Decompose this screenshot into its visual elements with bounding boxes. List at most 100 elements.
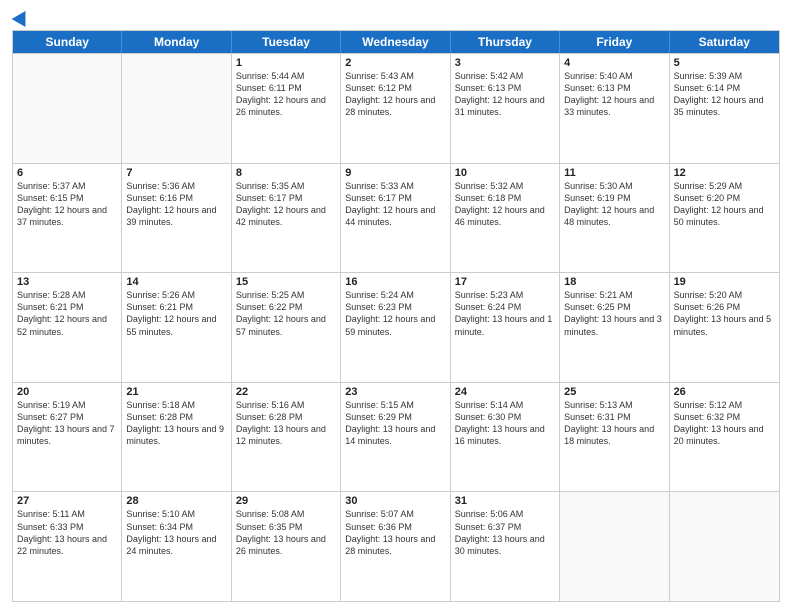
weekday-header-tuesday: Tuesday: [232, 31, 341, 53]
cell-info: Sunrise: 5:11 AM Sunset: 6:33 PM Dayligh…: [17, 509, 107, 555]
calendar-cell-12: 12 Sunrise: 5:29 AM Sunset: 6:20 PM Dayli…: [670, 164, 779, 273]
calendar-cell-2: 2 Sunrise: 5:43 AM Sunset: 6:12 PM Daylig…: [341, 54, 450, 163]
calendar-cell-8: 8 Sunrise: 5:35 AM Sunset: 6:17 PM Daylig…: [232, 164, 341, 273]
day-number: 26: [674, 386, 775, 398]
calendar-cell-22: 22Sunrise: 5:16 AM Sunset: 6:28 PM Dayli…: [232, 383, 341, 492]
day-number: 2: [345, 57, 445, 69]
header: [12, 10, 780, 24]
calendar-cell-19: 19Sunrise: 5:20 AM Sunset: 6:26 PM Dayli…: [670, 273, 779, 382]
day-number: 31: [455, 495, 555, 507]
calendar-cell-empty: [13, 54, 122, 163]
weekday-header-wednesday: Wednesday: [341, 31, 450, 53]
day-number: 8: [236, 167, 336, 179]
logo-triangle-icon: [12, 7, 33, 27]
calendar-cell-24: 24 Sunrise: 5:14 AM Sunset: 6:30 PM Dayli…: [451, 383, 560, 492]
logo-text: [12, 10, 30, 24]
calendar-cell-6: 6Sunrise: 5:37 AM Sunset: 6:15 PM Daylig…: [13, 164, 122, 273]
day-number: 18: [564, 276, 664, 288]
calendar-cell-29: 29Sunrise: 5:08 AM Sunset: 6:35 PM Dayli…: [232, 492, 341, 601]
cell-info: Sunrise: 5:20 AM Sunset: 6:26 PM Dayligh…: [674, 290, 772, 336]
day-number: 14: [126, 276, 226, 288]
cell-info: Sunrise: 5:14 AM Sunset: 6:30 PM Dayligh…: [455, 400, 545, 446]
cell-info: Sunrise: 5:25 AM Sunset: 6:22 PM Dayligh…: [236, 290, 326, 336]
calendar-cell-21: 21 Sunrise: 5:18 AM Sunset: 6:28 PM Dayli…: [122, 383, 231, 492]
day-number: 7: [126, 167, 226, 179]
calendar-cell-4: 4 Sunrise: 5:40 AM Sunset: 6:13 PM Daylig…: [560, 54, 669, 163]
day-number: 24: [455, 386, 555, 398]
calendar-row-5: 27Sunrise: 5:11 AM Sunset: 6:33 PM Dayli…: [13, 491, 779, 601]
calendar-row-2: 6Sunrise: 5:37 AM Sunset: 6:15 PM Daylig…: [13, 163, 779, 273]
cell-info: Sunrise: 5:18 AM Sunset: 6:28 PM Dayligh…: [126, 400, 224, 446]
cell-info: Sunrise: 5:21 AM Sunset: 6:25 PM Dayligh…: [564, 290, 662, 336]
calendar-cell-10: 10 Sunrise: 5:32 AM Sunset: 6:18 PM Dayli…: [451, 164, 560, 273]
cell-info: Sunrise: 5:07 AM Sunset: 6:36 PM Dayligh…: [345, 509, 435, 555]
calendar-cell-17: 17Sunrise: 5:23 AM Sunset: 6:24 PM Dayli…: [451, 273, 560, 382]
day-number: 9: [345, 167, 445, 179]
calendar: SundayMondayTuesdayWednesdayThursdayFrid…: [12, 30, 780, 602]
calendar-cell-13: 13Sunrise: 5:28 AM Sunset: 6:21 PM Dayli…: [13, 273, 122, 382]
calendar-header: SundayMondayTuesdayWednesdayThursdayFrid…: [13, 31, 779, 53]
day-number: 4: [564, 57, 664, 69]
cell-info: Sunrise: 5:30 AM Sunset: 6:19 PM Dayligh…: [564, 181, 654, 227]
cell-info: Sunrise: 5:29 AM Sunset: 6:20 PM Dayligh…: [674, 181, 764, 227]
calendar-cell-30: 30 Sunrise: 5:07 AM Sunset: 6:36 PM Dayli…: [341, 492, 450, 601]
calendar-cell-31: 31 Sunrise: 5:06 AM Sunset: 6:37 PM Dayli…: [451, 492, 560, 601]
cell-info: Sunrise: 5:15 AM Sunset: 6:29 PM Dayligh…: [345, 400, 435, 446]
cell-info: Sunrise: 5:36 AM Sunset: 6:16 PM Dayligh…: [126, 181, 216, 227]
cell-info: Sunrise: 5:06 AM Sunset: 6:37 PM Dayligh…: [455, 509, 545, 555]
day-number: 28: [126, 495, 226, 507]
calendar-row-1: 1 Sunrise: 5:44 AM Sunset: 6:11 PM Daylig…: [13, 53, 779, 163]
day-number: 12: [674, 167, 775, 179]
calendar-cell-empty: [670, 492, 779, 601]
calendar-cell-empty: [560, 492, 669, 601]
day-number: 21: [126, 386, 226, 398]
day-number: 10: [455, 167, 555, 179]
calendar-cell-1: 1 Sunrise: 5:44 AM Sunset: 6:11 PM Daylig…: [232, 54, 341, 163]
day-number: 5: [674, 57, 775, 69]
calendar-cell-14: 14Sunrise: 5:26 AM Sunset: 6:21 PM Dayli…: [122, 273, 231, 382]
cell-info: Sunrise: 5:13 AM Sunset: 6:31 PM Dayligh…: [564, 400, 654, 446]
cell-info: Sunrise: 5:08 AM Sunset: 6:35 PM Dayligh…: [236, 509, 326, 555]
calendar-cell-3: 3 Sunrise: 5:42 AM Sunset: 6:13 PM Daylig…: [451, 54, 560, 163]
calendar-cell-23: 23 Sunrise: 5:15 AM Sunset: 6:29 PM Dayli…: [341, 383, 450, 492]
calendar-cell-5: 5Sunrise: 5:39 AM Sunset: 6:14 PM Daylig…: [670, 54, 779, 163]
cell-info: Sunrise: 5:32 AM Sunset: 6:18 PM Dayligh…: [455, 181, 545, 227]
day-number: 16: [345, 276, 445, 288]
day-number: 1: [236, 57, 336, 69]
page: SundayMondayTuesdayWednesdayThursdayFrid…: [0, 0, 792, 612]
weekday-header-friday: Friday: [560, 31, 669, 53]
cell-info: Sunrise: 5:43 AM Sunset: 6:12 PM Dayligh…: [345, 71, 435, 117]
cell-info: Sunrise: 5:35 AM Sunset: 6:17 PM Dayligh…: [236, 181, 326, 227]
calendar-body: 1 Sunrise: 5:44 AM Sunset: 6:11 PM Daylig…: [13, 53, 779, 601]
calendar-cell-11: 11Sunrise: 5:30 AM Sunset: 6:19 PM Dayli…: [560, 164, 669, 273]
cell-info: Sunrise: 5:24 AM Sunset: 6:23 PM Dayligh…: [345, 290, 435, 336]
weekday-header-sunday: Sunday: [13, 31, 122, 53]
day-number: 15: [236, 276, 336, 288]
cell-info: Sunrise: 5:40 AM Sunset: 6:13 PM Dayligh…: [564, 71, 654, 117]
calendar-row-3: 13Sunrise: 5:28 AM Sunset: 6:21 PM Dayli…: [13, 272, 779, 382]
day-number: 22: [236, 386, 336, 398]
cell-info: Sunrise: 5:33 AM Sunset: 6:17 PM Dayligh…: [345, 181, 435, 227]
calendar-cell-9: 9 Sunrise: 5:33 AM Sunset: 6:17 PM Daylig…: [341, 164, 450, 273]
day-number: 25: [564, 386, 664, 398]
weekday-header-monday: Monday: [122, 31, 231, 53]
cell-info: Sunrise: 5:37 AM Sunset: 6:15 PM Dayligh…: [17, 181, 107, 227]
day-number: 23: [345, 386, 445, 398]
day-number: 3: [455, 57, 555, 69]
calendar-cell-27: 27Sunrise: 5:11 AM Sunset: 6:33 PM Dayli…: [13, 492, 122, 601]
weekday-header-thursday: Thursday: [451, 31, 560, 53]
logo: [12, 10, 30, 24]
calendar-cell-15: 15 Sunrise: 5:25 AM Sunset: 6:22 PM Dayli…: [232, 273, 341, 382]
day-number: 17: [455, 276, 555, 288]
cell-info: Sunrise: 5:44 AM Sunset: 6:11 PM Dayligh…: [236, 71, 326, 117]
calendar-cell-16: 16 Sunrise: 5:24 AM Sunset: 6:23 PM Dayli…: [341, 273, 450, 382]
cell-info: Sunrise: 5:42 AM Sunset: 6:13 PM Dayligh…: [455, 71, 545, 117]
weekday-header-saturday: Saturday: [670, 31, 779, 53]
cell-info: Sunrise: 5:19 AM Sunset: 6:27 PM Dayligh…: [17, 400, 115, 446]
calendar-cell-28: 28Sunrise: 5:10 AM Sunset: 6:34 PM Dayli…: [122, 492, 231, 601]
calendar-row-4: 20 Sunrise: 5:19 AM Sunset: 6:27 PM Dayli…: [13, 382, 779, 492]
day-number: 30: [345, 495, 445, 507]
day-number: 20: [17, 386, 117, 398]
calendar-cell-18: 18 Sunrise: 5:21 AM Sunset: 6:25 PM Dayli…: [560, 273, 669, 382]
calendar-cell-26: 26Sunrise: 5:12 AM Sunset: 6:32 PM Dayli…: [670, 383, 779, 492]
